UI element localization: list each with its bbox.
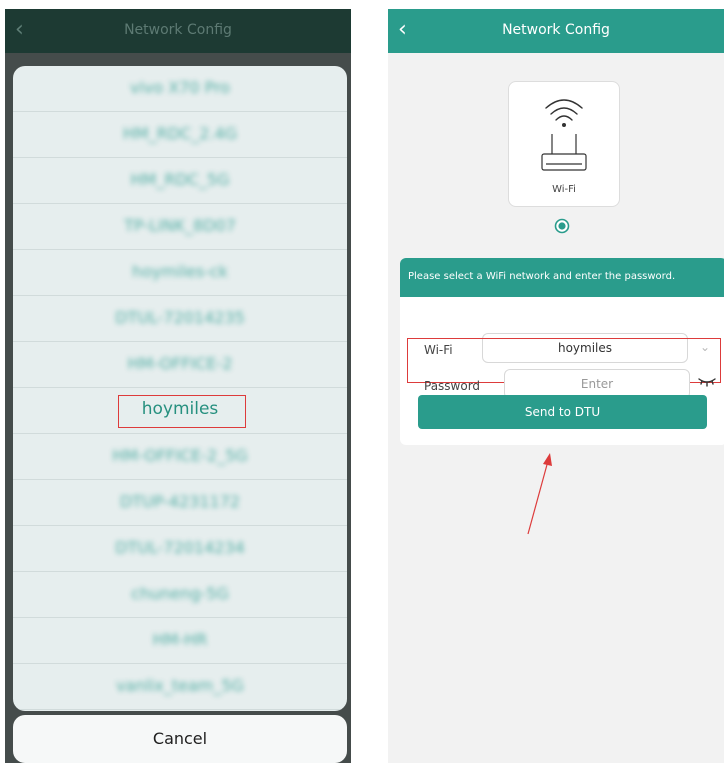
network-name: HM_RDC_2.4G [122, 124, 238, 143]
network-list-item[interactable]: vanlix_team_5G [13, 664, 347, 710]
network-list-item[interactable]: DTUL-72014234 [13, 526, 347, 572]
network-name: vanlix_team_5G [116, 676, 244, 695]
header-bar: ‹ Network Config [5, 9, 351, 53]
send-to-dtu-button[interactable]: Send to DTU [418, 395, 707, 429]
cancel-button[interactable]: Cancel [13, 715, 347, 763]
network-list-sheet: vivo X70 Pro HM_RDC_2.4G HM_RDC_5G TP-LINK_… [13, 66, 347, 711]
network-name: DTUP-4231172 [119, 492, 241, 511]
network-list-item[interactable]: HM-HR [13, 618, 347, 664]
network-name: vivo X70 Pro [129, 78, 231, 97]
page-title: Network Config [502, 22, 610, 38]
wifi-mode-card[interactable]: Wi-Fi [508, 81, 620, 207]
password-field-label: Password [424, 379, 481, 393]
network-config-screen: ‹ Network Config Wi-Fi Please select a W… [388, 9, 724, 763]
network-list-item[interactable]: HM_RDC_5G [13, 158, 347, 204]
wifi-card-label: Wi-Fi [552, 184, 576, 195]
network-list-item[interactable]: vivo X70 Pro [13, 66, 347, 112]
network-list-item[interactable]: DTUP-4231172 [13, 480, 347, 526]
network-name: DTUL-72014234 [115, 538, 245, 557]
network-list-item[interactable]: HM-OFFICE-2_5G [13, 434, 347, 480]
network-name: HM_RDC_5G [130, 170, 230, 189]
network-list-item[interactable]: TP-LINK_8D07 [13, 204, 347, 250]
network-name: hoymiles-ck [132, 262, 228, 281]
instruction-banner: Please select a WiFi network and enter t… [400, 258, 724, 297]
network-name: HM-HR [152, 630, 208, 649]
network-list-item[interactable]: DTUL-72014235 [13, 296, 347, 342]
network-list-screen: ‹ Network Config vivo X70 Pro HM_RDC_2.4G… [5, 9, 351, 763]
selected-network-highlight [118, 395, 246, 428]
network-name: HM-OFFICE-2_5G [112, 446, 248, 465]
network-name: HM-OFFICE-2 [127, 354, 233, 373]
router-wifi-icon [541, 99, 587, 171]
network-name: TP-LINK_8D07 [124, 216, 236, 235]
network-list-item[interactable]: HM-OFFICE-2 [13, 342, 347, 388]
send-button-label: Send to DTU [524, 405, 601, 419]
page-title: Network Config [124, 22, 232, 38]
network-name: chuneng-5G [131, 584, 229, 603]
header-bar: ‹ Network Config [388, 9, 724, 53]
network-list-item[interactable]: hoymiles-ck [13, 250, 347, 296]
network-name: DTUL-72014235 [115, 308, 245, 327]
network-list-item[interactable]: chuneng-5G [13, 572, 347, 618]
config-form-card: Please select a WiFi network and enter t… [400, 258, 724, 445]
cancel-label: Cancel [152, 729, 208, 748]
instruction-text: Please select a WiFi network and enter t… [408, 271, 676, 282]
wifi-radio-button[interactable] [554, 218, 570, 234]
network-list-item[interactable]: HM_RDC_2.4G [13, 112, 347, 158]
eye-closed-icon[interactable] [697, 375, 717, 389]
